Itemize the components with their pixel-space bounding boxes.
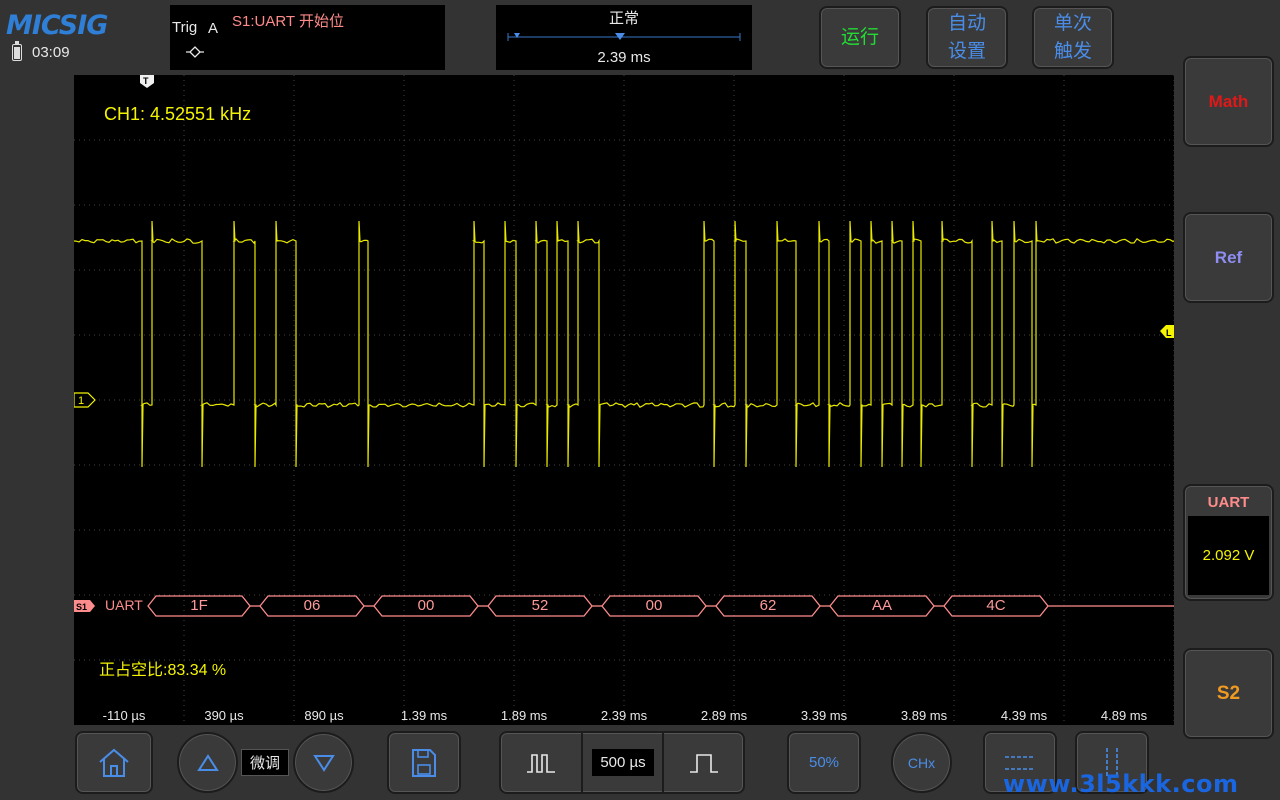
time-tick-label: 3.89 ms [900,708,948,723]
triangle-down-icon [312,754,335,772]
run-button[interactable]: 运行 [819,6,901,69]
time-tick-label: -110 µs [102,708,146,723]
memory-position-slider[interactable] [506,31,742,45]
timebase-value: 500 µs [592,749,654,776]
save-icon [412,748,436,777]
bus-byte-value: AA [871,597,893,614]
channel-select-label: CHx [907,754,936,771]
run-label: 运行 [840,26,879,48]
measure-title: UART [1207,494,1250,511]
level-marker-text: L [1166,328,1172,338]
timebase-divider-left [581,733,583,792]
uart-measure-panel[interactable]: UART 2.092 V [1183,484,1274,601]
bus-byte-value: 4C [986,597,1006,614]
single-trigger-button[interactable]: 单次 触发 [1032,6,1114,69]
math-label: Math [1208,91,1249,111]
time-tick-label: 390 µs [204,708,244,723]
time-tick-label: 1.89 ms [500,708,548,723]
watermark-text: www.3l5kkk.com [1003,770,1239,798]
channel-select-button[interactable]: CHx [891,732,952,793]
fifty-percent-label: 50% [808,754,840,771]
wide-pulse-icon [690,753,718,773]
scale-up-button[interactable] [177,732,238,793]
timebase-divider-right [662,733,664,792]
timebase-zoom-out-button[interactable] [503,740,579,785]
trigger-source: A [208,20,219,37]
battery-icon [12,41,22,61]
acquisition-mode: 正常 [608,10,639,27]
ch1-frequency-readout: CH1: 4.52551 kHz [104,104,252,124]
time-tick-label: 890 µs [304,708,344,723]
bus-byte-value: 00 [417,597,435,614]
bus-marker-text: S1 [76,602,87,612]
bus-byte-value: 1F [190,597,208,614]
fine-adjust-label: 微调 [249,755,280,772]
ch1-marker-text: 1 [78,395,84,407]
bus-byte-value: 52 [531,597,549,614]
time-tick-label: 2.39 ms [600,708,648,723]
time-tick-label: 2.89 ms [700,708,748,723]
acquisition-panel[interactable]: 正常 2.39 ms [496,5,752,70]
trigger-info-panel[interactable]: Trig A S1:UART 开始位 [170,5,445,70]
auto-setup-label-line2: 设置 [947,40,986,62]
time-tick-label: 4.39 ms [1000,708,1048,723]
duty-cycle-readout: 正占空比:83.34 % [99,662,227,679]
triangle-up-icon [196,753,219,771]
bus-byte-value: 62 [759,597,777,614]
ref-button[interactable]: Ref [1183,212,1274,303]
trigger-description: S1:UART 开始位 [232,13,344,30]
auto-setup-button[interactable]: 自动 设置 [926,6,1008,69]
trigger-marker-text: T [143,76,149,86]
scale-down-button[interactable] [293,732,354,793]
oscilloscope-app: MICSIG 03:09 Trig A S1:UART 开始位 正常 2.39 … [0,0,1280,800]
waveform-canvas: 1 T L S1 [74,75,1174,725]
timebase-zoom-in-button[interactable] [666,740,742,785]
trigger-label: Trig [172,19,198,36]
single-trigger-label-line1: 单次 [1053,12,1092,34]
brand-logo: MICSIG [6,10,108,41]
fine-adjust-toggle[interactable]: 微调 [241,749,289,776]
waveform-display[interactable]: 1 T L S1 CH1: 4.52551 kHz 正占空比:83.34 % UART… [74,75,1174,725]
home-button[interactable] [75,731,153,794]
bus-name-label: UART [105,597,143,613]
save-button[interactable] [387,731,461,794]
time-tick-label: 4.89 ms [1100,708,1148,723]
auto-setup-label-line1: 自动 [947,12,986,34]
single-trigger-label-line2: 触发 [1053,40,1092,62]
bus-byte-value: 00 [645,597,663,614]
math-button[interactable]: Math [1183,56,1274,147]
clock-time: 03:09 [32,44,70,61]
trigger-position-time: 2.39 ms [597,49,651,66]
home-icon [99,748,129,777]
time-tick-label: 1.39 ms [400,708,448,723]
s2-label: S2 [1216,682,1241,704]
ref-label: Ref [1214,247,1243,267]
trigger-edge-icon [186,46,204,58]
s2-button[interactable]: S2 [1183,648,1274,739]
bus-byte-value: 06 [303,597,321,614]
narrow-pulse-icon [527,753,555,773]
measure-value: 2.092 V [1202,547,1255,564]
measure-display: 2.092 V [1188,516,1269,595]
fifty-percent-button[interactable]: 50% [787,731,861,794]
time-tick-label: 3.39 ms [800,708,848,723]
